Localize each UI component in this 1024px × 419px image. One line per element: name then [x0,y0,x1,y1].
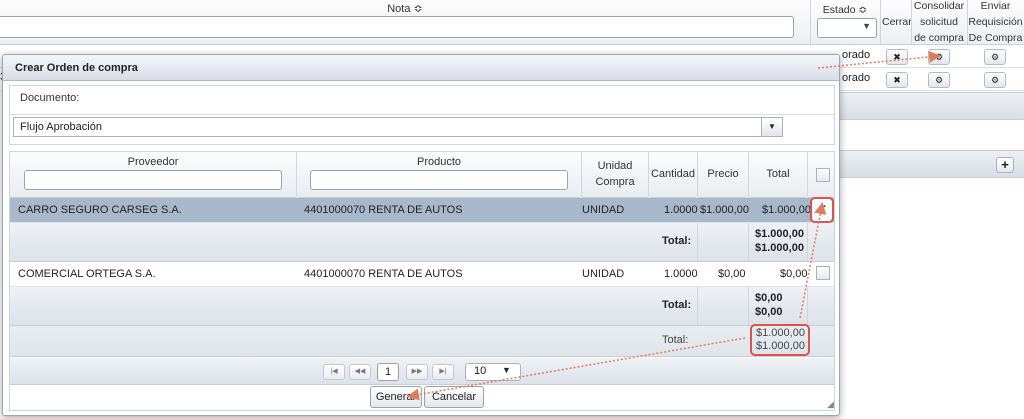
arrow-to-checkbox [799,202,827,319]
arrow-to-generar [407,337,746,401]
annotation-arrows [407,50,941,401]
arrow-to-consolidar [817,50,941,69]
